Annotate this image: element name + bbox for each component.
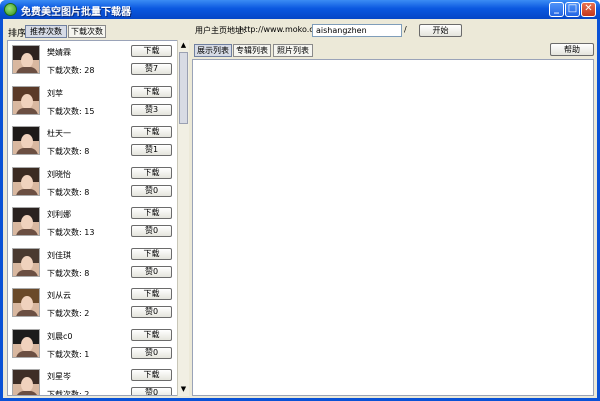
user-name: 刘从云 [47,291,71,300]
sort-label: 排序 [8,29,27,39]
avatar [12,207,40,236]
like-button[interactable]: 赞0 [131,387,172,395]
user-download-count: 下载次数: 13 [47,228,95,237]
tab-sort-downloads[interactable]: 下载次数 [68,25,106,38]
user-name: 刘晨c0 [47,331,73,341]
user-row: 刘星岑下载次数: 2 下载赞0 [8,365,172,396]
like-button[interactable]: 赞7 [131,63,172,75]
like-button[interactable]: 赞0 [131,265,172,278]
app-icon [4,3,17,16]
download-button[interactable]: 下载 [131,288,172,300]
user-download-count: 下载次数: 2 [47,390,90,396]
user-download-count: 下载次数: 8 [47,187,90,197]
user-download-count: 下载次数: 1 [47,349,90,359]
tab-sort-recommend[interactable]: 推荐次数 [25,25,67,38]
user-name: 樊婧霖 [47,48,71,57]
scroll-up-arrow-icon[interactable]: ▲ [178,40,189,51]
tab-album-list[interactable]: 专辑列表 [233,44,271,57]
user-download-count: 下载次数: 28 [47,66,95,75]
scroll-down-arrow-icon[interactable]: ▼ [178,384,189,395]
avatar [12,126,40,155]
help-button[interactable]: 帮助 [550,43,594,56]
start-button[interactable]: 开始 [419,24,462,37]
maximize-button[interactable]: □ [565,2,580,17]
user-row: 刘利娜下载次数: 13 下载赞0 [8,203,172,243]
window-title: 免费美空图片批量下载器 [21,7,131,18]
download-button[interactable]: 下载 [131,166,172,179]
close-button[interactable]: ✕ [581,2,596,17]
user-row: 杜天一下载次数: 8 下载赞1 [8,122,172,162]
avatar [12,166,40,196]
user-row: 刘晓怡下载次数: 8 下载赞0 [8,163,172,203]
user-download-count: 下载次数: 8 [47,147,90,156]
download-button[interactable]: 下载 [131,369,172,381]
user-download-count: 下载次数: 2 [47,309,90,318]
like-button[interactable]: 赞0 [131,225,172,237]
content-area [192,59,594,396]
user-name: 刘星岑 [47,372,71,381]
avatar [12,45,40,74]
download-button[interactable]: 下载 [131,126,172,138]
download-button[interactable]: 下载 [131,328,172,341]
like-button[interactable]: 赞0 [131,184,172,197]
url-suffix: / [404,25,407,34]
like-button[interactable]: 赞0 [131,306,172,318]
user-name: 刘佳琪 [47,250,71,260]
user-download-count: 下载次数: 8 [47,268,90,278]
user-list: 樊婧霖 下载次数: 28 下载 赞7 刘苹 下载次数: 15 下载 赞3 杜天一 下载次数: 8下… [7,40,179,396]
like-button[interactable]: 赞1 [131,144,172,156]
user-row: 刘从云下载次数: 2 下载赞0 [8,284,172,324]
avatar [12,85,40,115]
like-button[interactable]: 赞0 [131,346,172,359]
minimize-button[interactable]: _ [549,2,564,17]
user-row: 刘佳琪下载次数: 8 下载赞0 [8,244,172,284]
user-download-count: 下载次数: 15 [47,106,95,116]
download-button[interactable]: 下载 [131,45,172,57]
tab-photo-list[interactable]: 照片列表 [273,44,313,57]
title-bar[interactable]: 免费美空图片批量下载器 _ □ ✕ [0,0,600,19]
avatar [12,247,40,277]
avatar [12,328,40,358]
download-button[interactable]: 下载 [131,207,172,219]
user-name: 刘苹 [47,88,63,98]
user-name: 刘利娜 [47,210,71,219]
download-button[interactable]: 下载 [131,85,172,98]
user-list-scrollbar[interactable]: ▲ ▼ [177,40,189,396]
homepage-url-prefix: http://www.moko.cc/ [239,25,321,34]
user-name: 杜天一 [47,129,71,138]
avatar [12,369,40,395]
like-button[interactable]: 赞3 [131,103,172,116]
user-row: 刘晨c0 下载次数: 1 下载赞0 [8,325,172,365]
avatar [12,288,40,317]
tab-show-list[interactable]: 展示列表 [194,44,232,57]
scroll-thumb[interactable] [179,52,188,124]
app-window: 免费美空图片批量下载器 _ □ ✕ 排序 推荐次数 下载次数 樊婧霖下载次数: … [0,0,600,401]
user-name: 刘晓怡 [47,169,71,179]
user-row: 刘苹下载次数: 15 下载赞3 [8,82,172,122]
username-input[interactable]: aishangzhen [312,24,402,37]
client-area: 排序 推荐次数 下载次数 樊婧霖 下载次数: 28 下载 赞7 刘苹 下载次数: 15 下载… [3,19,597,398]
user-row: 樊婧霖下载次数: 28 下载赞7 [8,41,172,81]
download-button[interactable]: 下载 [131,247,172,260]
